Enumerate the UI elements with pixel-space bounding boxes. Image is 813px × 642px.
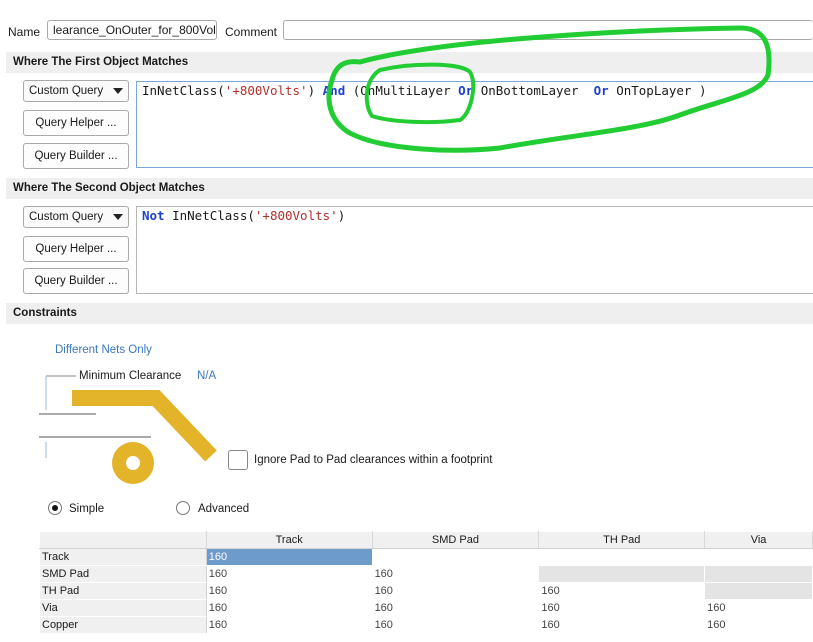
table-cell[interactable]: 160 <box>371 599 540 617</box>
advanced-radio[interactable] <box>176 501 190 515</box>
first-query-builder-button[interactable]: Query Builder ... <box>23 143 129 169</box>
row-header: Via <box>39 599 207 617</box>
table-row: Copper 160 160 160 160 <box>39 616 813 634</box>
query-string: '+800Volts' <box>224 83 308 98</box>
table-cell[interactable]: 160 <box>205 565 373 583</box>
table-cell[interactable]: 160 <box>538 582 706 600</box>
different-nets-link[interactable]: Different Nets Only <box>55 344 152 356</box>
table-cell[interactable]: 160 <box>704 616 813 634</box>
green-annotation <box>326 25 772 153</box>
constraints-header: Constraints <box>6 303 813 324</box>
table-cell <box>371 548 540 566</box>
row-header: Track <box>39 548 207 566</box>
second-object-header: Where The Second Object Matches <box>6 178 813 199</box>
chevron-down-icon <box>113 88 123 94</box>
chevron-down-icon <box>113 214 123 220</box>
query-token: ) <box>337 208 346 223</box>
first-query-helper-button[interactable]: Query Helper ... <box>23 110 129 136</box>
second-query-editor[interactable]: Not InNetClass('+800Volts') <box>136 206 813 294</box>
column-header-via: Via <box>704 531 813 549</box>
table-cell[interactable]: 160 <box>205 582 373 600</box>
query-token: InNetClass( <box>142 83 225 98</box>
query-keyword: Not <box>142 208 165 223</box>
table-cell[interactable]: 160 <box>205 548 373 566</box>
row-header: TH Pad <box>39 582 207 600</box>
table-cell[interactable]: 160 <box>371 565 540 583</box>
query-string: '+800Volts' <box>254 208 338 223</box>
matrix-corner <box>39 531 207 549</box>
table-cell[interactable]: 160 <box>205 616 373 634</box>
second-query-type-dropdown[interactable]: Custom Query <box>23 206 129 228</box>
column-header-track: Track <box>205 531 373 549</box>
clearance-matrix: Track SMD Pad TH Pad Via Track 160 SMD P… <box>39 531 813 634</box>
name-input[interactable]: learance_OnOuter_for_800Volts <box>47 20 217 40</box>
first-query-type-dropdown[interactable]: Custom Query <box>23 80 129 102</box>
second-query-helper-button[interactable]: Query Helper ... <box>23 236 129 262</box>
table-cell[interactable]: 160 <box>371 616 540 634</box>
table-cell[interactable]: 160 <box>704 599 813 617</box>
query-token: InNetClass( <box>164 208 255 223</box>
table-cell <box>704 582 813 600</box>
simple-label: Simple <box>69 503 105 515</box>
table-cell <box>538 565 706 583</box>
advanced-label: Advanced <box>198 503 250 515</box>
column-header-smd-pad: SMD Pad <box>371 531 540 549</box>
row-header: Copper <box>39 616 207 634</box>
ignore-pad-label: Ignore Pad to Pad clearances within a fo… <box>254 454 493 466</box>
clearance-diagram <box>39 375 217 484</box>
comment-label: Comment <box>225 25 278 39</box>
row-header: SMD Pad <box>39 565 207 583</box>
second-query-type-value: Custom Query <box>29 211 104 223</box>
name-label: Name <box>8 25 41 39</box>
table-row: TH Pad 160 160 160 <box>39 582 813 600</box>
table-cell <box>538 548 706 566</box>
second-query-builder-button[interactable]: Query Builder ... <box>23 268 129 294</box>
table-cell[interactable]: 160 <box>538 599 706 617</box>
table-cell <box>704 548 813 566</box>
table-cell[interactable]: 160 <box>538 616 706 634</box>
table-row: Track 160 <box>39 548 813 566</box>
first-query-type-value: Custom Query <box>29 85 104 97</box>
table-cell <box>704 565 813 583</box>
table-cell[interactable]: 160 <box>205 599 373 617</box>
table-cell[interactable]: 160 <box>371 582 540 600</box>
simple-radio[interactable] <box>48 501 62 515</box>
ignore-pad-checkbox[interactable] <box>228 450 248 470</box>
column-header-th-pad: TH Pad <box>538 531 706 549</box>
table-row: SMD Pad 160 160 <box>39 565 813 583</box>
table-row: Via 160 160 160 160 <box>39 599 813 617</box>
